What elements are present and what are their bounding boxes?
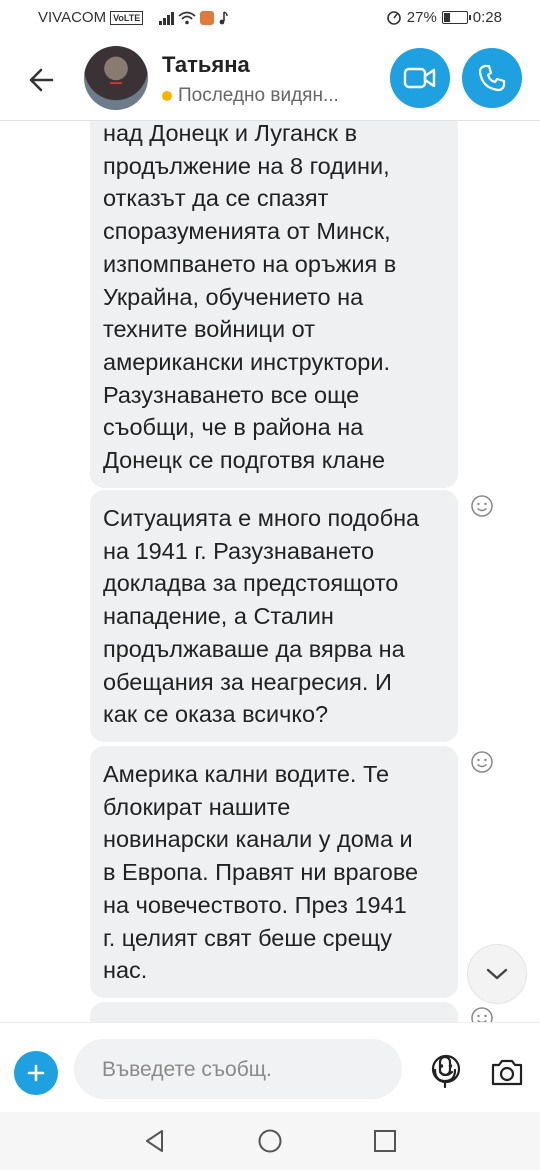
avatar[interactable]: ▬▬: [84, 46, 148, 110]
status-left: VIVACOM VoLTE: [38, 9, 228, 26]
nav-recents-icon[interactable]: [372, 1128, 398, 1154]
nav-back-icon[interactable]: [142, 1128, 168, 1154]
video-call-icon: [403, 67, 436, 89]
scroll-to-bottom-button[interactable]: [467, 944, 527, 1004]
message-bubble[interactable]: над Донецк и Луганск в продължение на 8 …: [90, 106, 458, 488]
plus-icon: [27, 1064, 45, 1082]
smiley-react-icon[interactable]: [470, 750, 494, 774]
status-right: 27% 0:28: [386, 9, 502, 26]
message-composer: [0, 1022, 540, 1113]
contact-name[interactable]: Татьяна: [162, 52, 250, 78]
wifi-icon: [178, 11, 196, 24]
smiley-react-icon[interactable]: [470, 494, 494, 518]
audio-call-button[interactable]: [462, 48, 522, 108]
signal-icon: [159, 11, 175, 25]
presence-dot-icon: [162, 91, 172, 101]
message-bubble[interactable]: Америка кални водите. Те блокират нашите…: [90, 746, 458, 998]
back-arrow-icon[interactable]: [22, 60, 62, 100]
battery-icon: [441, 11, 471, 24]
video-call-button[interactable]: [390, 48, 450, 108]
carrier-label: VIVACOM: [38, 9, 107, 26]
message-bubble[interactable]: Ситуацията е много подобна на 1941 г. Ра…: [90, 490, 458, 742]
battery-percent: 27%: [406, 9, 437, 26]
presence-status: Последно видян...: [162, 85, 339, 107]
add-attachment-button[interactable]: [14, 1051, 58, 1095]
music-note-icon: [219, 10, 228, 24]
data-saver-icon: [386, 10, 401, 25]
phone-icon: [478, 64, 506, 92]
avatar-shirt-graphic: ▬▬: [110, 80, 122, 86]
volte-badge: VoLTE: [110, 10, 144, 25]
clock: 0:28: [472, 9, 502, 26]
chevron-down-icon: [486, 968, 508, 980]
message-input-container: [74, 1039, 461, 1099]
status-bar: VIVACOM VoLTE 27% 0:28: [0, 0, 540, 36]
last-seen-label: Последно видян...: [178, 85, 339, 106]
camera-icon[interactable]: [490, 1057, 524, 1087]
microphone-icon[interactable]: [430, 1055, 460, 1089]
system-nav-bar: [0, 1112, 540, 1170]
app-notification-icon: [200, 10, 215, 25]
message-input[interactable]: [100, 1053, 344, 1087]
nav-home-icon[interactable]: [257, 1128, 283, 1154]
chat-header: ▬▬ Татьяна Последно видян...: [0, 36, 540, 121]
